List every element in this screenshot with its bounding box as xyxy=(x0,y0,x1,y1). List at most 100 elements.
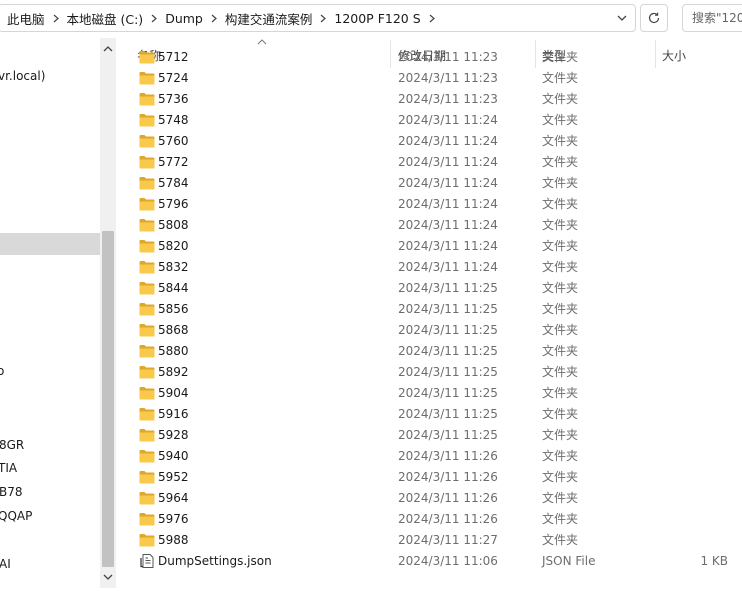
breadcrumb-item[interactable]: 1200P F120 S xyxy=(334,5,442,31)
chevron-right-icon[interactable] xyxy=(53,14,59,23)
file-type: 文件夹 xyxy=(542,176,579,190)
nav-item-label: AI xyxy=(0,557,11,571)
table-row[interactable]: 5928 2024/3/11 11:25 文件夹 xyxy=(118,425,742,446)
table-row[interactable]: 5964 2024/3/11 11:26 文件夹 xyxy=(118,488,742,509)
table-row[interactable]: 5748 2024/3/11 11:24 文件夹 xyxy=(118,110,742,131)
folder-icon xyxy=(139,429,155,442)
table-row[interactable]: 5976 2024/3/11 11:26 文件夹 xyxy=(118,509,742,530)
nav-item[interactable]: 8GR xyxy=(0,434,100,456)
table-row[interactable]: 5808 2024/3/11 11:24 文件夹 xyxy=(118,215,742,236)
nav-item[interactable]: vr.local) xyxy=(0,65,100,87)
nav-item[interactable]: AI xyxy=(0,553,100,575)
scroll-thumb[interactable] xyxy=(102,231,114,567)
file-name: 5712 xyxy=(158,50,189,64)
file-date: 2024/3/11 11:24 xyxy=(398,260,498,274)
table-row[interactable]: 5856 2024/3/11 11:25 文件夹 xyxy=(118,299,742,320)
table-row[interactable]: 5724 2024/3/11 11:23 文件夹 xyxy=(118,68,742,89)
table-row[interactable]: DumpSettings.json 2024/3/11 11:06 JSON Fil… xyxy=(118,551,742,572)
address-bar[interactable]: 此电脑 本地磁盘 (C:) Dump 构建交通流案例 1200P F120 S xyxy=(0,4,636,32)
breadcrumb-label: 构建交通流案例 xyxy=(224,11,313,27)
file-date: 2024/3/11 11:24 xyxy=(398,218,498,232)
chevron-right-icon[interactable] xyxy=(429,14,435,23)
file-name: 5880 xyxy=(158,344,189,358)
folder-icon xyxy=(139,366,155,379)
table-row[interactable]: 5736 2024/3/11 11:23 文件夹 xyxy=(118,89,742,110)
nav-item[interactable]: o xyxy=(0,360,100,382)
table-row[interactable]: 5892 2024/3/11 11:25 文件夹 xyxy=(118,362,742,383)
address-dropdown-button[interactable] xyxy=(609,5,635,31)
folder-icon xyxy=(139,282,155,295)
file-name: 5928 xyxy=(158,428,189,442)
chevron-right-icon[interactable] xyxy=(211,14,217,23)
file-date: 2024/3/11 11:25 xyxy=(398,407,498,421)
file-name: 5808 xyxy=(158,218,189,232)
file-type: 文件夹 xyxy=(542,491,579,505)
table-row[interactable]: 5916 2024/3/11 11:25 文件夹 xyxy=(118,404,742,425)
file-type: 文件夹 xyxy=(542,512,579,526)
file-type: 文件夹 xyxy=(542,197,579,211)
file-type: 文件夹 xyxy=(542,71,579,85)
scroll-up-button[interactable] xyxy=(100,41,116,57)
chevron-right-icon[interactable] xyxy=(320,14,327,23)
search-box[interactable] xyxy=(682,4,742,32)
table-row[interactable]: 5832 2024/3/11 11:24 文件夹 xyxy=(118,257,742,278)
breadcrumb-item[interactable]: 此电脑 xyxy=(7,5,67,31)
table-row[interactable]: 5820 2024/3/11 11:24 文件夹 xyxy=(118,236,742,257)
breadcrumb-item[interactable]: Dump xyxy=(165,5,225,31)
nav-scrollbar[interactable] xyxy=(100,38,116,588)
nav-item-selected[interactable] xyxy=(0,233,100,255)
file-name: 5820 xyxy=(158,239,189,253)
file-date: 2024/3/11 11:25 xyxy=(398,386,498,400)
file-date: 2024/3/11 11:24 xyxy=(398,134,498,148)
file-size: 1 KB xyxy=(700,554,728,568)
nav-item-label: 8GR xyxy=(0,438,25,452)
breadcrumb-item[interactable]: 本地磁盘 (C:) xyxy=(67,5,166,31)
table-row[interactable]: 5772 2024/3/11 11:24 文件夹 xyxy=(118,152,742,173)
file-name: 5916 xyxy=(158,407,189,421)
file-type: 文件夹 xyxy=(542,155,579,169)
table-row[interactable]: 5796 2024/3/11 11:24 文件夹 xyxy=(118,194,742,215)
table-row[interactable]: 5940 2024/3/11 11:26 文件夹 xyxy=(118,446,742,467)
breadcrumb-label: 1200P F120 S xyxy=(334,10,421,26)
file-date: 2024/3/11 11:25 xyxy=(398,344,498,358)
nav-item[interactable]: TIA xyxy=(0,457,100,479)
file-type: 文件夹 xyxy=(542,323,579,337)
file-type: 文件夹 xyxy=(542,92,579,106)
search-input[interactable] xyxy=(692,11,742,25)
file-type: 文件夹 xyxy=(542,302,579,316)
sort-ascending-icon xyxy=(257,39,267,45)
table-row[interactable]: 5712 2024/3/11 11:23 文件夹 xyxy=(118,47,742,68)
file-name: 5736 xyxy=(158,92,189,106)
refresh-button[interactable] xyxy=(640,4,668,32)
table-row[interactable]: 5760 2024/3/11 11:24 文件夹 xyxy=(118,131,742,152)
file-date: 2024/3/11 11:24 xyxy=(398,197,498,211)
nav-item-label: B78 xyxy=(0,485,23,499)
folder-icon xyxy=(139,387,155,400)
scroll-down-button[interactable] xyxy=(100,569,116,585)
file-date: 2024/3/11 11:25 xyxy=(398,428,498,442)
file-date: 2024/3/11 11:27 xyxy=(398,533,498,547)
table-row[interactable]: 5880 2024/3/11 11:25 文件夹 xyxy=(118,341,742,362)
file-name: 5844 xyxy=(158,281,189,295)
nav-item[interactable]: B78 xyxy=(0,481,100,503)
breadcrumb-item[interactable]: 构建交通流案例 xyxy=(225,5,335,31)
table-row[interactable]: 5988 2024/3/11 11:27 文件夹 xyxy=(118,530,742,551)
file-date: 2024/3/11 11:24 xyxy=(398,155,498,169)
table-row[interactable]: 5952 2024/3/11 11:26 文件夹 xyxy=(118,467,742,488)
table-row[interactable]: 5844 2024/3/11 11:25 文件夹 xyxy=(118,278,742,299)
file-name: 5784 xyxy=(158,176,189,190)
table-row[interactable]: 5904 2024/3/11 11:25 文件夹 xyxy=(118,383,742,404)
folder-icon xyxy=(139,156,155,169)
file-name: 5724 xyxy=(158,71,189,85)
nav-item[interactable]: QQAP xyxy=(0,505,100,527)
folder-icon xyxy=(139,219,155,232)
table-row[interactable]: 5868 2024/3/11 11:25 文件夹 xyxy=(118,320,742,341)
file-name: 5940 xyxy=(158,449,189,463)
chevron-right-icon[interactable] xyxy=(151,14,158,23)
file-type: 文件夹 xyxy=(542,281,579,295)
file-type: 文件夹 xyxy=(542,386,579,400)
table-row[interactable]: 5784 2024/3/11 11:24 文件夹 xyxy=(118,173,742,194)
folder-icon xyxy=(139,114,155,127)
folder-icon xyxy=(139,408,155,421)
chevron-down-icon xyxy=(617,15,627,21)
